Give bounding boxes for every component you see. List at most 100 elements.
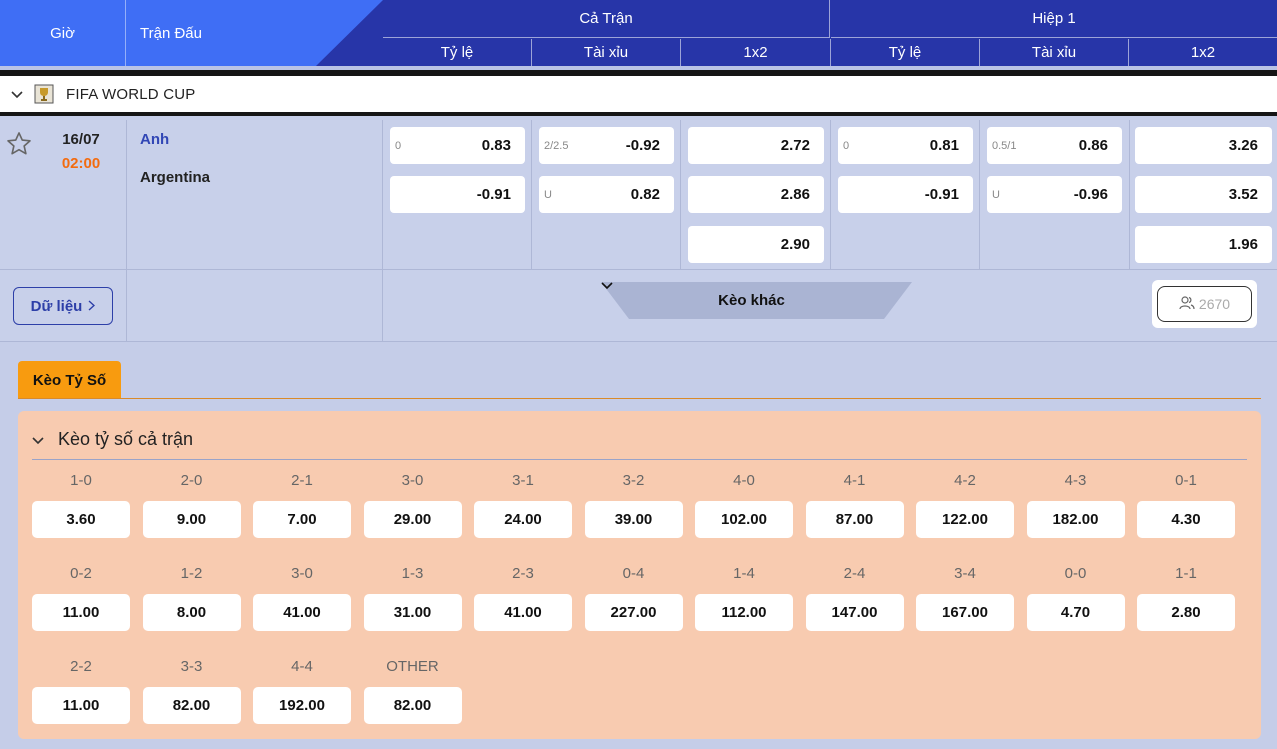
score-odds-button[interactable]: 2.80 — [1137, 594, 1235, 631]
score-label: 1-1 — [1175, 564, 1197, 582]
odds-button[interactable]: -0.91 — [390, 176, 525, 213]
league-row[interactable]: FIFA WORLD CUP — [0, 76, 1277, 116]
viewers-count-badge[interactable]: 2670 — [1157, 286, 1252, 322]
score-odds-button[interactable]: 7.00 — [253, 501, 351, 538]
score-cell: 3-1 24.00 — [474, 469, 572, 538]
score-odds-button[interactable]: 4.70 — [1026, 594, 1125, 631]
score-cell: 4-3 182.00 — [1026, 469, 1125, 538]
odds-button[interactable]: 0 0.81 — [838, 127, 973, 164]
score-label: 1-3 — [401, 564, 424, 582]
odds-value: -0.91 — [476, 186, 511, 203]
chevron-right-icon — [88, 298, 96, 315]
score-odds-button[interactable]: 192.00 — [253, 687, 351, 724]
col-divider — [830, 120, 831, 269]
panel-divider — [32, 459, 1247, 460]
favorite-star-icon[interactable] — [5, 130, 33, 158]
more-odds-button[interactable]: Kèo khác — [601, 282, 912, 319]
score-label: 2-4 — [843, 564, 866, 582]
panel-title: Kèo tỷ số cả trận — [58, 429, 194, 449]
score-cell: 3-3 82.00 — [142, 655, 241, 724]
score-odds-button[interactable]: 82.00 — [142, 687, 241, 724]
odds-value: -0.96 — [1073, 186, 1108, 203]
odds-button[interactable]: 3.52 — [1135, 176, 1272, 213]
score-odds-button[interactable]: 147.00 — [805, 594, 904, 631]
odds-button[interactable]: 2.90 — [688, 226, 824, 263]
chevron-down-icon[interactable] — [0, 86, 34, 102]
odds-button[interactable]: 2/2.5 -0.92 — [539, 127, 674, 164]
score-odds-button[interactable]: 102.00 — [695, 501, 793, 538]
tab-correct-score[interactable]: Kèo Tỷ Số — [18, 361, 121, 399]
col-divider — [382, 120, 383, 342]
score-cell: 2-0 9.00 — [142, 469, 241, 538]
odds-button[interactable]: U -0.96 — [987, 176, 1122, 213]
score-odds-button[interactable]: 82.00 — [363, 687, 462, 724]
odds-line: 0.5/1 — [992, 139, 1017, 152]
score-odds-button[interactable]: 8.00 — [142, 594, 241, 631]
header-sub-1x2-half: 1x2 — [1190, 44, 1216, 61]
score-label: 3-1 — [512, 471, 534, 489]
odds-button[interactable]: U 0.82 — [539, 176, 674, 213]
score-cell: 4-4 192.00 — [253, 655, 351, 724]
odds-button[interactable]: 0 0.83 — [390, 127, 525, 164]
score-odds-button[interactable]: 3.60 — [32, 501, 130, 538]
score-odds-button[interactable]: 182.00 — [1026, 501, 1125, 538]
score-odds-button[interactable]: 122.00 — [916, 501, 1014, 538]
score-odds-button[interactable]: 87.00 — [805, 501, 904, 538]
match-block: 16/07 02:00 Anh Argentina 0 0.83 -0.91 2… — [0, 120, 1277, 342]
odds-button[interactable]: 1.96 — [1135, 226, 1272, 263]
score-label: 4-0 — [733, 471, 755, 489]
odds-button[interactable]: 0.5/1 0.86 — [987, 127, 1122, 164]
score-odds-button[interactable]: 112.00 — [695, 594, 793, 631]
league-name: FIFA WORLD CUP — [66, 85, 196, 103]
odds-button[interactable]: -0.91 — [838, 176, 973, 213]
score-label: 0-0 — [1064, 564, 1087, 582]
score-odds-button[interactable]: 39.00 — [584, 501, 683, 538]
odds-table-header: Giờ Trận Đấu Cả Trận Hiệp 1 Tỷ lệ Tài xỉ… — [0, 0, 1277, 66]
score-odds-button[interactable]: 41.00 — [253, 594, 351, 631]
score-odds-button[interactable]: 11.00 — [32, 687, 130, 724]
correct-score-panel-header[interactable]: Kèo tỷ số cả trận — [32, 429, 193, 450]
odds-value: 1.96 — [1228, 236, 1258, 253]
odds-button[interactable]: 2.72 — [688, 127, 824, 164]
header-group-full-match: Cả Trận — [383, 0, 830, 38]
score-cell: 3-0 29.00 — [363, 469, 462, 538]
score-label: 3-0 — [291, 564, 313, 582]
match-date: 16/07 — [62, 131, 100, 148]
header-group-first-half: Hiệp 1 — [831, 0, 1277, 38]
score-odds-button[interactable]: 41.00 — [474, 594, 572, 631]
score-label: 4-3 — [1064, 471, 1087, 489]
odds-button[interactable]: 2.86 — [688, 176, 824, 213]
score-cell: 0-0 4.70 — [1026, 562, 1125, 631]
score-odds-button[interactable]: 9.00 — [142, 501, 241, 538]
score-odds-button[interactable]: 24.00 — [474, 501, 572, 538]
score-label: 4-2 — [954, 471, 976, 489]
header-time: Giờ — [0, 0, 126, 66]
score-cell: OTHER 82.00 — [363, 655, 462, 724]
score-cell: 1-0 3.60 — [32, 469, 130, 538]
score-label: 2-1 — [291, 471, 313, 489]
odds-value: 2.90 — [780, 236, 810, 253]
score-odds-button[interactable]: 31.00 — [363, 594, 462, 631]
match-data-button[interactable]: Dữ liệu — [13, 287, 113, 325]
score-label: 1-4 — [733, 564, 755, 582]
score-odds-button[interactable]: 29.00 — [363, 501, 462, 538]
viewers-count: 2670 — [1198, 296, 1231, 312]
away-team: Argentina — [140, 169, 211, 186]
chevron-down-icon[interactable] — [32, 429, 44, 450]
score-odds-button[interactable]: 4.30 — [1137, 501, 1235, 538]
score-label: 4-4 — [291, 657, 313, 675]
odds-line: 0 — [843, 139, 850, 152]
score-cell: 0-1 4.30 — [1137, 469, 1235, 538]
odds-button[interactable]: 3.26 — [1135, 127, 1272, 164]
correct-score-panel: Kèo tỷ số cả trận 1-0 3.60 2-0 9.00 2-1 7.00 3… — [18, 411, 1261, 739]
row-divider — [0, 341, 1277, 342]
score-odds-button[interactable]: 167.00 — [916, 594, 1014, 631]
more-odds-content: Kèo khác — [601, 282, 912, 319]
score-odds-button[interactable]: 227.00 — [584, 594, 683, 631]
score-cell: 0-4 227.00 — [584, 562, 683, 631]
score-odds-button[interactable]: 11.00 — [32, 594, 130, 631]
score-label: 2-3 — [512, 564, 534, 582]
odds-line: 0 — [395, 139, 402, 152]
score-label: 0-2 — [70, 564, 92, 582]
score-cell: 0-2 11.00 — [32, 562, 130, 631]
